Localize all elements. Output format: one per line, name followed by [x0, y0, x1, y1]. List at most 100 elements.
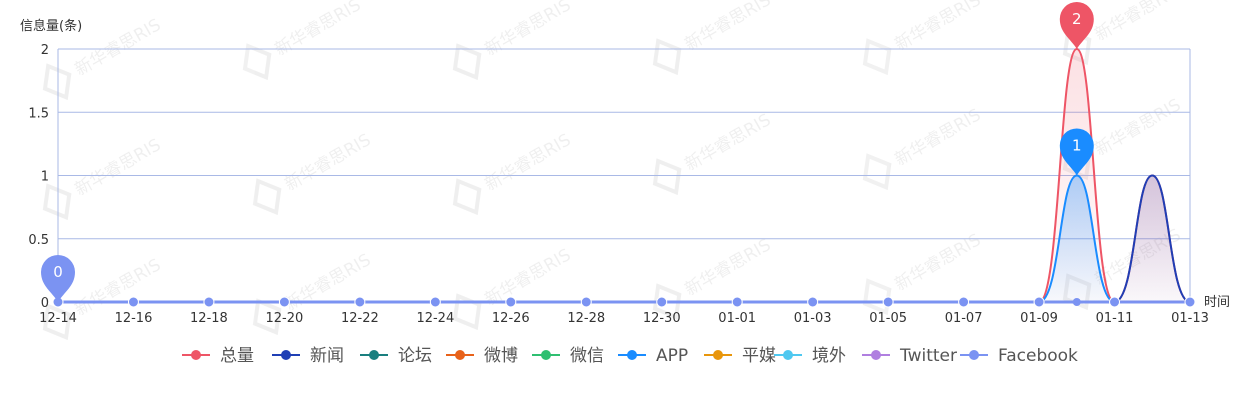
area-chart: 新华睿思RIS 新华睿思RIS 新华睿思RIS 新华睿思RIS 新华睿思RIS 新华睿思R…	[20, 0, 1230, 366]
watermark-text: 新华睿思RIS	[482, 0, 575, 60]
x-tick-label: 12-20	[266, 311, 304, 326]
x-tick-label: 12-22	[341, 311, 379, 326]
legend-label: APP	[656, 346, 688, 366]
watermark-text: 新华睿思RIS	[682, 235, 775, 300]
legend-item-Twitter[interactable]: Twitter	[862, 346, 957, 366]
legend-dot-icon	[871, 350, 881, 360]
data-point	[505, 296, 517, 308]
data-point	[1033, 296, 1045, 308]
watermark: 新华睿思RIS	[652, 110, 774, 196]
watermark-text: 新华睿思RIS	[272, 0, 365, 60]
data-point	[429, 296, 441, 308]
watermark: 新华睿思RIS	[452, 0, 575, 81]
legend-dot-icon	[969, 350, 979, 360]
legend-dot-icon	[281, 350, 291, 360]
watermark-text: 新华睿思RIS	[482, 130, 575, 195]
legend-item-境外[interactable]: 境外	[774, 346, 846, 366]
watermark-text: 新华睿思RIS	[892, 105, 985, 170]
pin-label: 1	[1072, 137, 1082, 155]
legend-dot-icon	[541, 350, 551, 360]
y-tick-label: 1	[41, 170, 49, 185]
watermark: 新华睿思RIS	[252, 130, 374, 216]
watermark-text: 新华睿思RIS	[1092, 0, 1185, 45]
legend-dot-icon	[627, 350, 637, 360]
legend-dot-icon	[191, 350, 201, 360]
watermark-text: 新华睿思RIS	[892, 0, 985, 55]
y-tick-label: 1.5	[28, 106, 49, 121]
data-point	[127, 296, 139, 308]
legend-label: 微博	[484, 346, 518, 366]
x-tick-label: 12-18	[190, 311, 228, 326]
legend-dot-icon	[455, 350, 465, 360]
legend-label: 新闻	[310, 346, 344, 366]
y-axis-title: 信息量(条)	[20, 18, 82, 34]
pin-label: 0	[53, 263, 63, 281]
legend-label: 论坛	[398, 346, 432, 366]
legend-item-新闻[interactable]: 新闻	[272, 346, 344, 366]
data-point	[731, 296, 743, 308]
watermark-text: 新华睿思RIS	[1092, 95, 1185, 160]
watermark-text: 新华睿思RIS	[72, 15, 165, 80]
x-tick-label: 12-16	[115, 311, 153, 326]
x-tick-label: 01-11	[1096, 311, 1134, 326]
x-tick-label: 12-14	[39, 311, 77, 326]
watermark-logo-icon	[862, 38, 892, 76]
x-tick-label: 01-01	[718, 311, 756, 326]
grid-lines	[57, 48, 1191, 304]
legend-item-Facebook[interactable]: Facebook	[960, 346, 1078, 366]
y-tick-label: 0	[41, 296, 49, 311]
legend-dot-icon	[713, 350, 723, 360]
watermark-logo-icon	[242, 43, 272, 81]
x-tick-label: 12-26	[492, 311, 530, 326]
watermark-logo-icon	[862, 153, 892, 191]
legend-label: 境外	[812, 346, 846, 366]
watermark: 新华睿思RIS	[652, 0, 775, 76]
data-point	[807, 296, 819, 308]
data-point	[203, 296, 215, 308]
x-tick-label: 12-30	[643, 311, 681, 326]
watermark-logo-icon	[252, 178, 282, 216]
watermark-text: 新华睿思RIS	[482, 245, 575, 310]
legend-item-总量[interactable]: 总量	[182, 346, 254, 366]
y-tick-label: 0.5	[28, 233, 49, 248]
axis-ticks: 0 0.5 1 1.5 2 12-14 12-16 12-18 12-20 12-22 12-24 1…	[28, 43, 1209, 326]
x-tick-label: 01-03	[794, 311, 832, 326]
watermark-text: 新华睿思RIS	[682, 0, 775, 55]
legend-label: 平媒	[742, 346, 776, 366]
legend-dot-icon	[783, 350, 793, 360]
data-point	[882, 296, 894, 308]
x-tick-label: 01-05	[869, 311, 907, 326]
data-point	[354, 296, 366, 308]
watermark: 新华睿思RIS	[242, 0, 365, 81]
x-tick-label: 01-13	[1171, 311, 1209, 326]
y-tick-label: 2	[41, 43, 49, 58]
legend-item-APP[interactable]: APP	[618, 346, 688, 366]
watermark-logo-icon	[452, 43, 482, 81]
watermark-text: 新华睿思RIS	[72, 135, 165, 200]
x-axis-title: 时间	[1204, 295, 1230, 310]
data-point	[958, 296, 970, 308]
legend-item-平媒[interactable]: 平媒	[704, 346, 776, 366]
watermark-text: 新华睿思RIS	[892, 230, 985, 295]
data-point	[1072, 298, 1081, 306]
legend[interactable]: 总量 新闻 论坛 微博 微信 APP 平媒 境外 Twitter Facebook	[182, 346, 1078, 366]
watermark-logo-icon	[42, 183, 72, 221]
watermark: 新华睿思RIS	[452, 130, 575, 216]
x-tick-label: 01-07	[945, 311, 983, 326]
watermark-logo-icon	[452, 178, 482, 216]
legend-label: 总量	[220, 346, 254, 366]
watermark: 新华睿思RIS	[652, 235, 775, 321]
data-point	[1184, 296, 1196, 308]
value-pin: 0	[41, 255, 75, 302]
legend-item-论坛[interactable]: 论坛	[360, 346, 432, 366]
data-point	[580, 296, 592, 308]
legend-item-微博[interactable]: 微博	[446, 346, 518, 366]
data-point	[278, 296, 290, 308]
legend-label: 微信	[570, 346, 604, 366]
legend-item-微信[interactable]: 微信	[532, 346, 604, 366]
pin-label: 2	[1072, 10, 1082, 28]
watermark-logo-icon	[652, 158, 682, 196]
x-tick-label: 12-28	[567, 311, 605, 326]
x-tick-label: 12-24	[416, 311, 454, 326]
watermark-layer: 新华睿思RIS 新华睿思RIS 新华睿思RIS 新华睿思RIS 新华睿思RIS 新华睿思R…	[42, 0, 1185, 341]
